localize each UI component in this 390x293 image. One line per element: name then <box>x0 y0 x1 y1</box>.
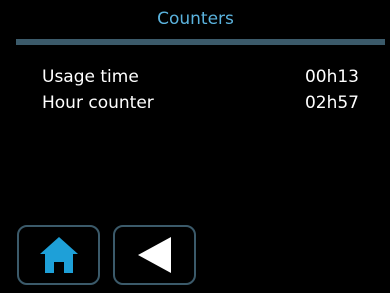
counter-value: 00h13 <box>304 67 359 87</box>
title-divider <box>16 39 385 45</box>
device-screen: Counters Usage time 00h13 Hour counter 0… <box>5 5 386 289</box>
back-arrow-icon <box>137 237 171 273</box>
page-title: Counters <box>157 9 234 29</box>
counter-row-hour-counter: Hour counter 02h57 <box>42 92 359 114</box>
home-button[interactable] <box>17 225 100 285</box>
home-icon <box>39 237 78 273</box>
counter-label: Hour counter <box>42 93 154 113</box>
counter-label: Usage time <box>42 67 139 87</box>
back-button[interactable] <box>113 225 196 285</box>
counter-row-usage-time: Usage time 00h13 <box>42 66 359 88</box>
counter-value: 02h57 <box>304 93 359 113</box>
